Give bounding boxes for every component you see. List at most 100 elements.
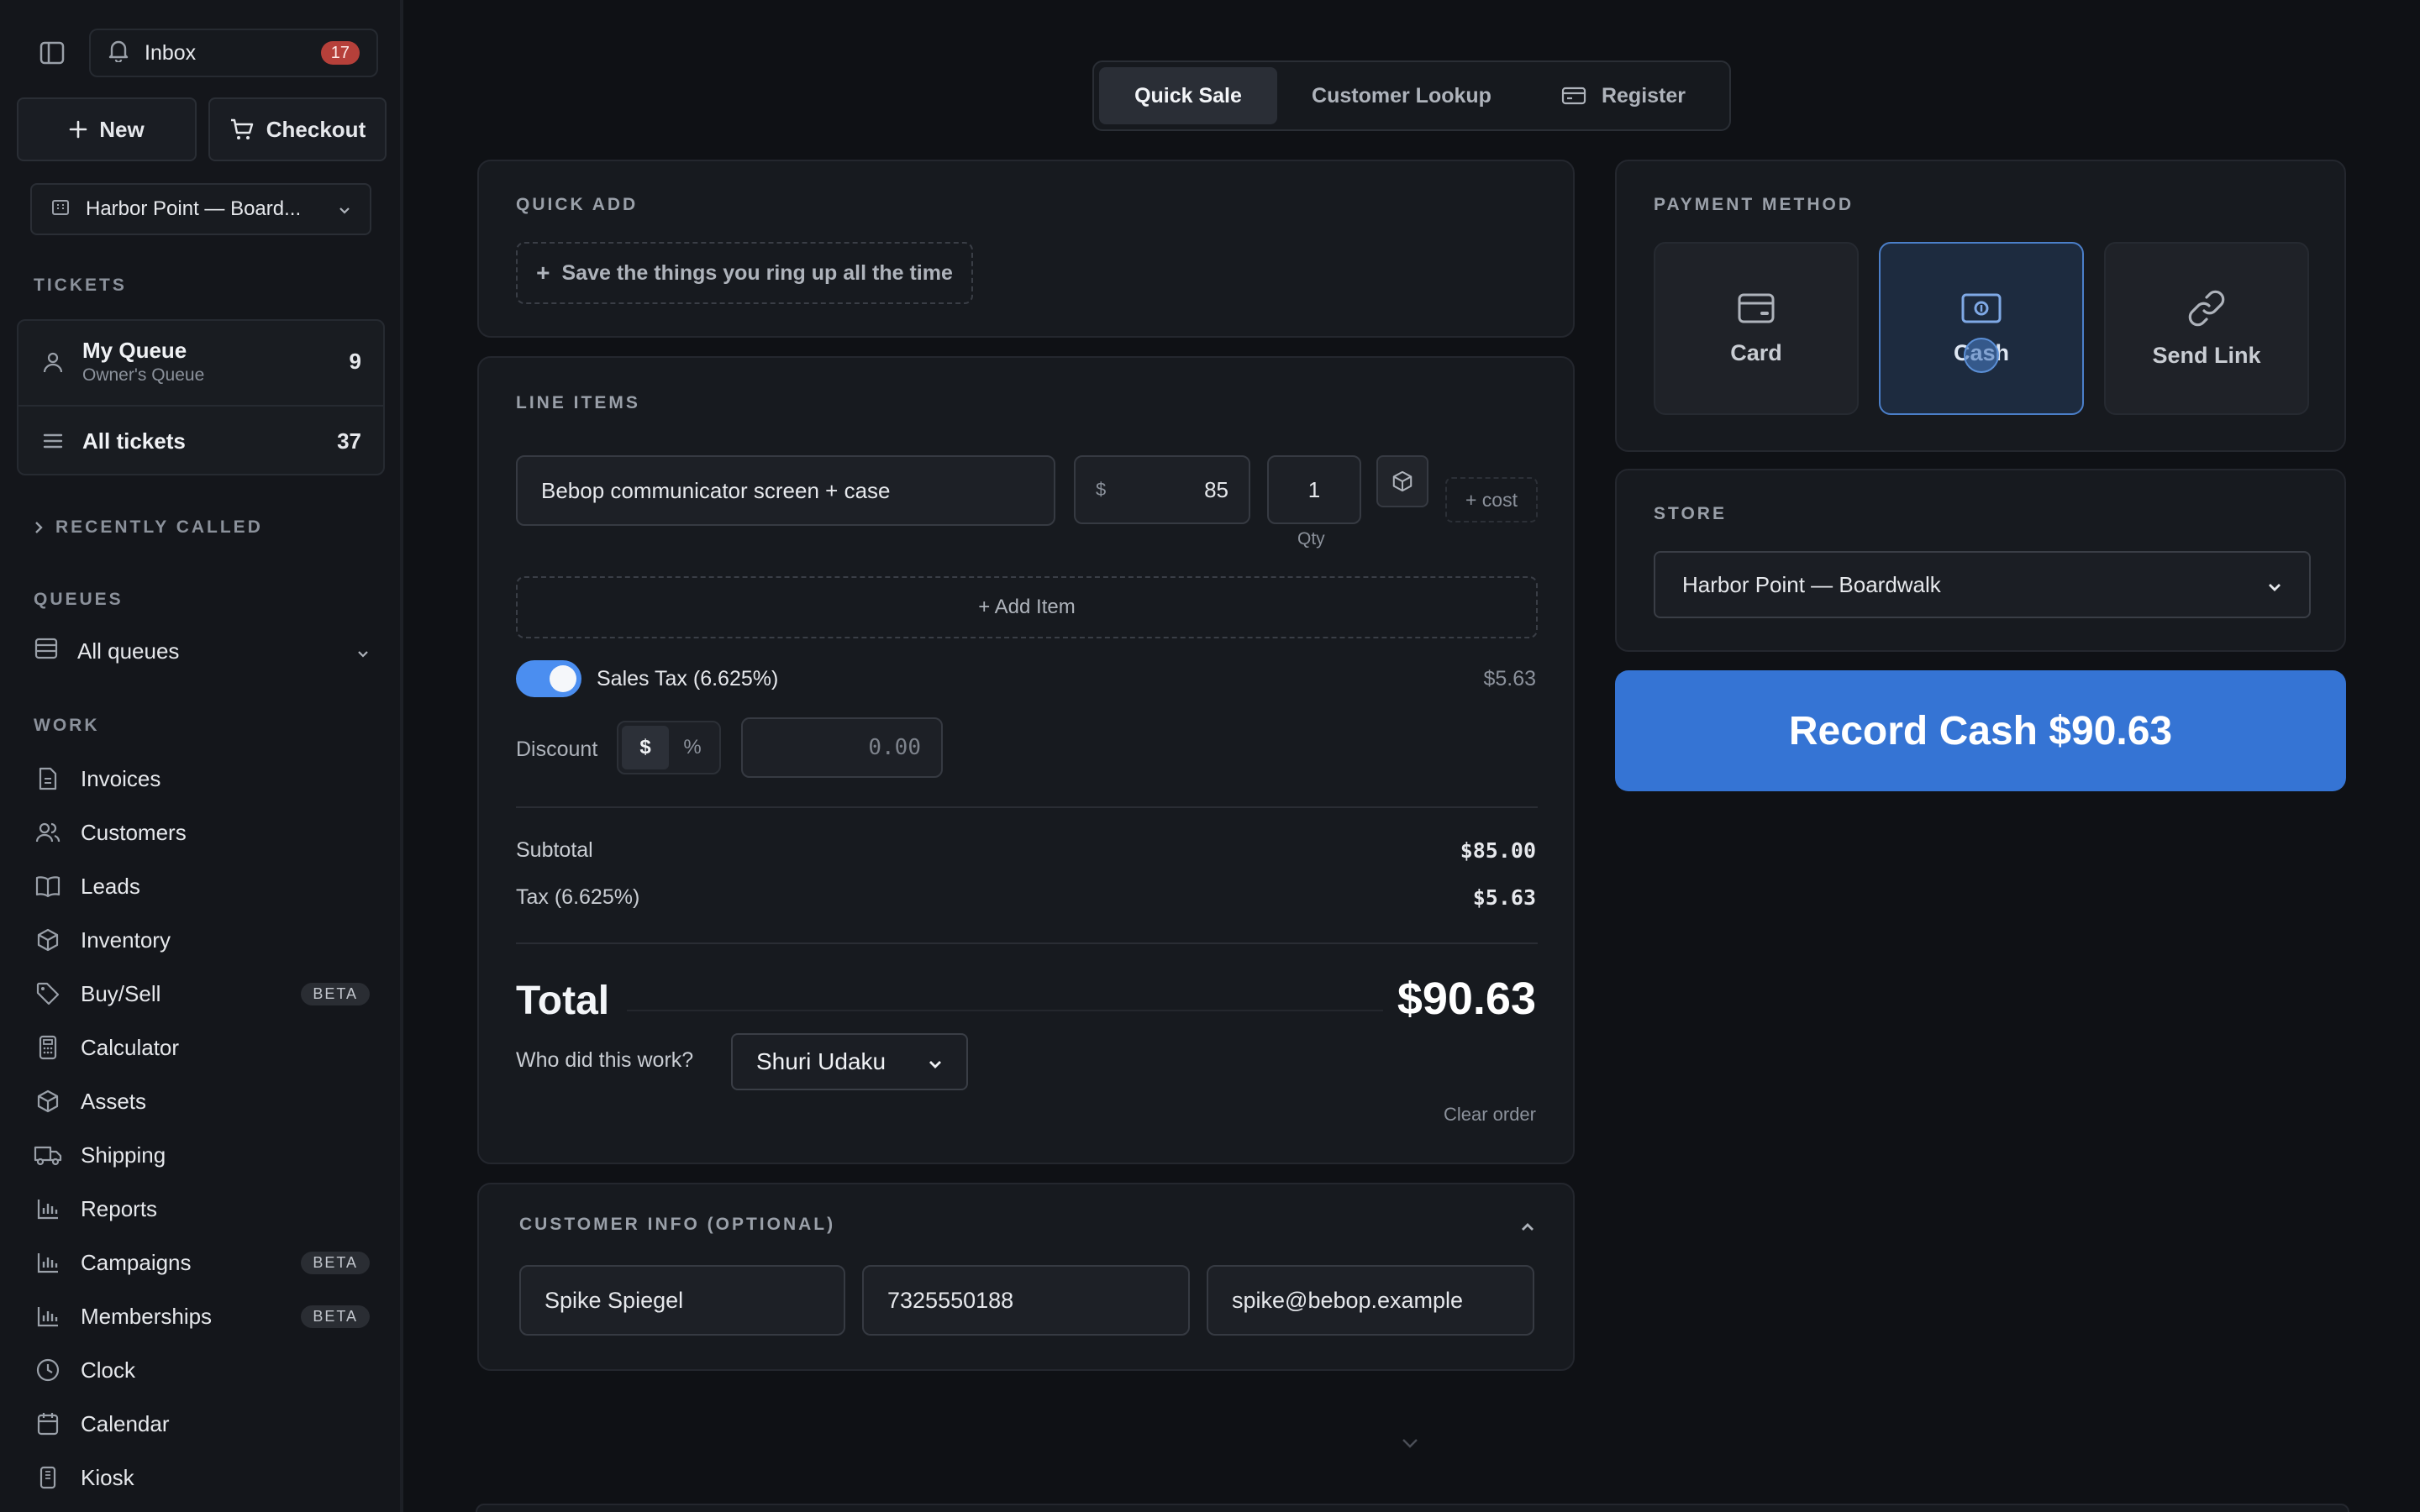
customer-info-heading: CUSTOMER INFO (OPTIONAL) (519, 1215, 836, 1234)
tag-icon (34, 981, 62, 1006)
plus-icon (69, 120, 87, 139)
cash-icon (1961, 293, 2002, 323)
qty-label: Qty (1297, 529, 1325, 549)
book-icon (34, 874, 62, 898)
save-quick-item-button[interactable]: + Save the things you ring up all the ti… (516, 242, 973, 304)
nav-item-assets[interactable]: Assets (34, 1080, 370, 1122)
item-price-input[interactable]: $ 85 (1074, 455, 1250, 524)
nav-label: Customers (81, 819, 187, 845)
nav-item-inventory[interactable]: Inventory (34, 919, 370, 961)
add-cost-button[interactable]: + cost (1445, 477, 1538, 522)
worker-select[interactable]: Shuri Udaku (731, 1033, 968, 1090)
nav-item-kiosk[interactable]: Kiosk (34, 1457, 370, 1499)
item-description-input[interactable]: Bebop communicator screen + case (516, 455, 1055, 526)
truck-icon (34, 1143, 62, 1167)
nav-label: Invoices (81, 765, 161, 791)
nav-item-customers[interactable]: Customers (34, 811, 370, 853)
recently-called-toggle[interactable]: RECENTLY CALLED (34, 517, 263, 538)
box-icon (1392, 470, 1413, 492)
nav-item-invoices[interactable]: Invoices (34, 758, 370, 800)
nav-item-reports[interactable]: Reports (34, 1188, 370, 1230)
sidebar-top: Inbox 17 (34, 29, 378, 77)
sales-tax-label: Sales Tax (6.625%) (597, 667, 779, 690)
payment-option-send-link[interactable]: Send Link (2104, 242, 2309, 415)
my-queue-item[interactable]: My Queue Owner's Queue 9 (18, 338, 383, 386)
divider (18, 405, 383, 407)
tab-label: Quick Sale (1134, 83, 1242, 108)
total-label: Total (516, 979, 610, 1023)
recently-called-label: RECENTLY CALLED (55, 517, 263, 537)
nav-item-calculator[interactable]: Calculator (34, 1026, 370, 1068)
item-price-value: 85 (1204, 476, 1228, 502)
record-payment-button[interactable]: Record Cash $90.63 (1615, 670, 2346, 791)
nav-label: Assets (81, 1088, 147, 1114)
store-select[interactable]: Harbor Point — Boardwalk (1654, 551, 2311, 618)
tab-register[interactable]: Register (1526, 67, 1721, 124)
customer-name-input[interactable]: Spike Spiegel (519, 1265, 845, 1336)
card-icon (1738, 293, 1775, 323)
nav-item-buy-sell[interactable]: Buy/Sell BETA (34, 973, 370, 1015)
new-button-label: New (99, 116, 145, 142)
tickets-box: My Queue Owner's Queue 9 All tickets 37 (17, 319, 385, 475)
subtotal-label: Subtotal (516, 838, 593, 862)
beta-badge: BETA (301, 1305, 370, 1328)
discount-mode-percent[interactable]: % (669, 726, 716, 769)
building-icon (50, 197, 71, 223)
beta-badge: BETA (301, 1251, 370, 1274)
new-button[interactable]: New (17, 97, 197, 161)
payment-option-label: Card (1730, 339, 1782, 365)
add-item-button[interactable]: + Add Item (516, 576, 1538, 638)
sidebar-toggle-icon[interactable] (34, 34, 71, 71)
checkout-button[interactable]: Checkout (208, 97, 387, 161)
item-qty-value: 1 (1307, 476, 1321, 502)
nav-item-clock[interactable]: Clock (34, 1349, 370, 1391)
subtotal-value: $85.00 (1460, 838, 1536, 863)
inventory-lookup-button[interactable] (1376, 455, 1428, 507)
customer-email-input[interactable]: spike@bebop.example (1207, 1265, 1534, 1336)
all-tickets-item[interactable]: All tickets 37 (18, 422, 383, 460)
queues-select[interactable]: All queues (34, 637, 370, 666)
payment-option-label: Send Link (2152, 342, 2261, 368)
item-description-value: Bebop communicator screen + case (541, 477, 891, 503)
nav-item-campaigns[interactable]: Campaigns BETA (34, 1242, 370, 1284)
chevron-down-icon[interactable] (1400, 1430, 1420, 1456)
user-icon (40, 350, 66, 374)
tab-customer-lookup[interactable]: Customer Lookup (1277, 67, 1526, 124)
discount-mode-toggle: $ % (617, 721, 721, 774)
discount-mode-dollar[interactable]: $ (622, 726, 669, 769)
calendar-icon (34, 1411, 62, 1436)
nav-label: Campaigns (81, 1249, 192, 1275)
nav-label: Kiosk (81, 1464, 134, 1490)
chevron-down-icon (356, 638, 370, 664)
inbox-button[interactable]: Inbox 17 (89, 29, 378, 77)
nav-item-memberships[interactable]: Memberships BETA (34, 1295, 370, 1337)
my-queue-label: My Queue (82, 338, 187, 363)
nav-label: Clock (81, 1357, 136, 1383)
item-qty-input[interactable]: 1 (1267, 455, 1361, 524)
add-cost-label: + cost (1465, 488, 1518, 511)
payment-option-cash[interactable]: Cash (1879, 242, 2084, 415)
customer-info-card: CUSTOMER INFO (OPTIONAL) Spike Spiegel 7… (477, 1183, 1575, 1371)
discount-input[interactable]: 0.00 (741, 717, 943, 778)
sales-tax-toggle[interactable] (516, 660, 581, 697)
nav-item-shipping[interactable]: Shipping (34, 1134, 370, 1176)
bar-chart-icon (34, 1251, 62, 1274)
sidebar-store-label: Harbor Point — Board... (86, 197, 302, 220)
chevron-up-icon[interactable] (1519, 1213, 1536, 1239)
payment-option-card[interactable]: Card (1654, 242, 1859, 415)
nav-item-calendar[interactable]: Calendar (34, 1403, 370, 1445)
bar-chart-icon (34, 1197, 62, 1221)
box-icon (34, 927, 62, 953)
inbox-label: Inbox (145, 40, 197, 65)
clock-icon (34, 1357, 62, 1383)
line-items-heading: LINE ITEMS (516, 393, 640, 412)
store-heading: STORE (1654, 504, 1727, 523)
payment-method-card: PAYMENT METHOD Card Cash Send Link (1615, 160, 2346, 452)
nav-item-leads[interactable]: Leads (34, 865, 370, 907)
work-heading: WORK (34, 716, 100, 735)
tab-quick-sale[interactable]: Quick Sale (1099, 67, 1277, 124)
tickets-heading: TICKETS (34, 276, 127, 295)
clear-order-link[interactable]: Clear order (1444, 1104, 1536, 1126)
sidebar-store-select[interactable]: Harbor Point — Board... (30, 183, 371, 235)
customer-phone-input[interactable]: 7325550188 (862, 1265, 1190, 1336)
